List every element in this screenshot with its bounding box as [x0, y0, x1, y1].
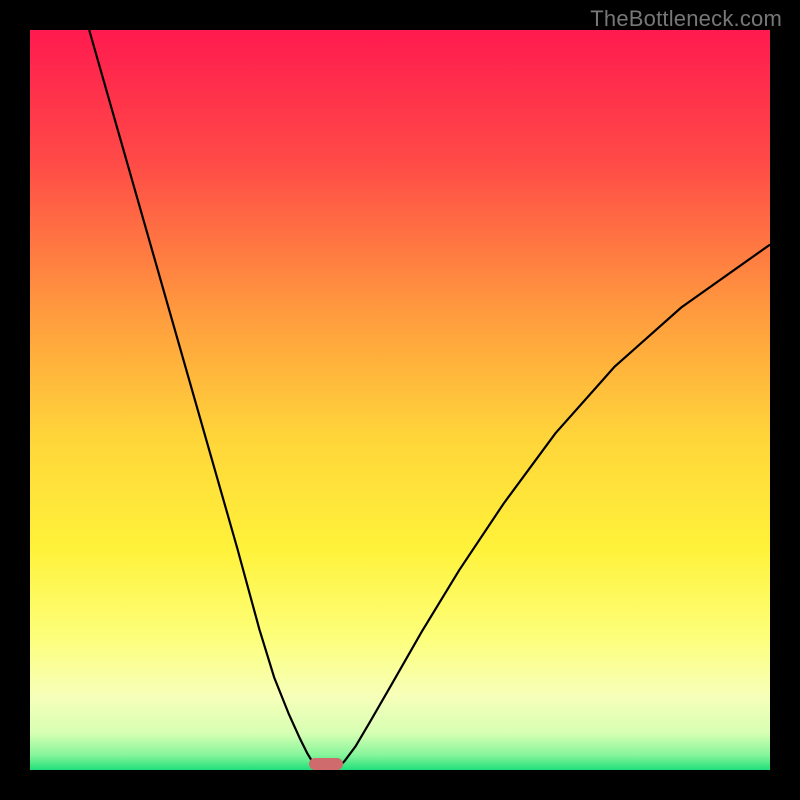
background-gradient [30, 30, 770, 770]
watermark-text: TheBottleneck.com [590, 6, 782, 32]
minimum-marker [309, 758, 342, 770]
plot-area [30, 30, 770, 770]
plot-frame [30, 30, 770, 770]
